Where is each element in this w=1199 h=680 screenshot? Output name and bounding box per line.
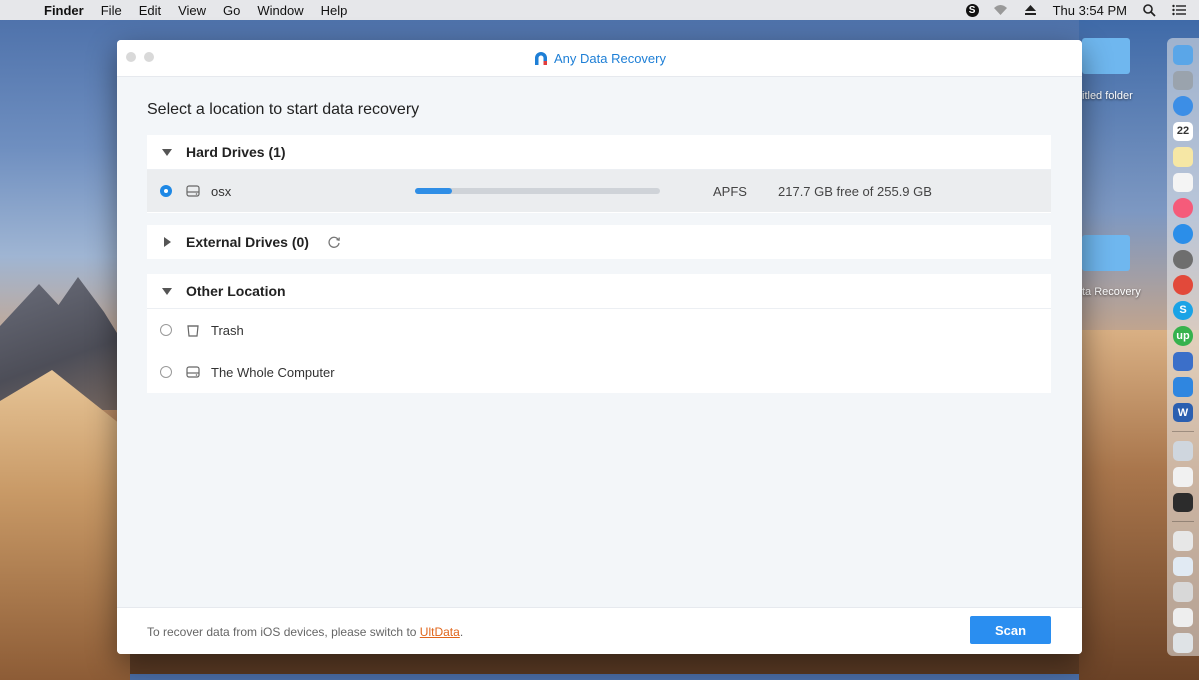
notification-center-icon[interactable] [1171,2,1187,18]
desktop-folder-icon[interactable] [1082,38,1130,74]
drive-icon [185,364,201,380]
footer-hint-suffix: . [459,625,464,639]
dock-separator [1172,521,1194,523]
word-dock-icon[interactable]: W [1173,402,1193,423]
external-drives-label: External Drives (0) [186,234,309,250]
hard-drives-label: Hard Drives (1) [186,144,286,160]
menu-go[interactable]: Go [223,3,240,18]
mail-stack-dock-icon[interactable] [1173,556,1193,577]
notes-dock-icon[interactable] [1173,147,1193,167]
desktop-folder-label[interactable]: ta Recovery [1082,286,1141,298]
menu-clock[interactable]: Thu 3:54 PM [1053,3,1127,18]
dock-separator [1172,431,1194,433]
drive-free-space: 217.7 GB free of 255.9 GB [778,183,932,199]
document-stack-dock-icon[interactable] [1173,466,1193,487]
xcode-dock-icon[interactable] [1173,351,1193,372]
menu-window[interactable]: Window [257,3,303,18]
apple-icon[interactable] [16,3,30,17]
scan-button[interactable]: Scan [970,616,1051,644]
window-title-text: Any Data Recovery [554,50,666,66]
skype-status-icon[interactable]: S [965,3,979,17]
desktop-folder-label[interactable]: itled folder [1082,90,1133,102]
title-bar: Any Data Recovery [117,40,1082,77]
eject-icon[interactable] [1023,2,1039,18]
menu-finder[interactable]: Finder [44,3,84,18]
location-name: Trash [211,322,244,338]
footer-hint-text: To recover data from iOS devices, please… [147,625,420,639]
expand-caret-icon[interactable] [164,237,171,247]
menu-file[interactable]: File [101,3,122,18]
app-store-dock-icon[interactable] [1173,223,1193,244]
itunes-dock-icon[interactable] [1173,198,1193,218]
drive-row-osx[interactable]: osx APFS 217.7 GB free of 255.9 GB [147,170,1051,212]
other-location-section: Other Location Trash The Whole Computer [147,274,1051,393]
collapse-caret-icon[interactable] [162,148,172,156]
menu-help[interactable]: Help [321,3,348,18]
menu-view[interactable]: View [178,3,206,18]
download-folder-dock-icon[interactable] [1173,492,1193,513]
upwork-dock-icon[interactable]: up [1173,326,1193,346]
app-window: Any Data Recovery Select a location to s… [117,40,1082,654]
desktop-wallpaper-dune-left [0,370,130,680]
chrome-dock-icon[interactable] [1173,275,1193,295]
printer-dock-icon[interactable] [1173,607,1193,628]
hard-drive-icon [185,183,201,199]
menu-bar: Finder File Edit View Go Window Help S T… [0,0,1199,20]
page-heading: Select a location to start data recovery [147,101,420,118]
menu-edit[interactable]: Edit [139,3,161,18]
wifi-icon[interactable] [993,2,1009,18]
refresh-icon[interactable] [327,235,341,249]
external-drives-header[interactable]: External Drives (0) [147,225,1051,259]
external-drives-section: External Drives (0) [147,225,1051,259]
launchpad-dock-icon[interactable] [1173,70,1193,91]
trash-icon [185,322,201,338]
folder-stack-dock-icon[interactable] [1173,582,1193,602]
location-row-whole-computer[interactable]: The Whole Computer [147,351,1051,393]
drive-radio-selected[interactable] [160,185,172,197]
other-location-label: Other Location [186,283,286,299]
spotlight-search-icon[interactable] [1141,2,1157,18]
location-radio[interactable] [160,366,172,378]
window-title: Any Data Recovery [117,50,1082,66]
calendar-dock-icon[interactable]: 22 [1173,121,1193,142]
hard-drives-header[interactable]: Hard Drives (1) [147,135,1051,169]
trash-dock-icon[interactable] [1173,633,1193,653]
system-preferences-dock-icon[interactable] [1173,249,1193,270]
location-name: The Whole Computer [211,364,335,380]
location-row-trash[interactable]: Trash [147,309,1051,351]
skype-dock-icon[interactable]: S [1173,300,1193,321]
drive-usage-fill [415,188,452,194]
reminders-dock-icon[interactable] [1173,172,1193,193]
any-data-recovery-dock-icon[interactable] [1173,377,1193,397]
location-radio[interactable] [160,324,172,336]
drive-name: osx [211,183,232,199]
safari-dock-icon[interactable] [1173,96,1193,116]
screenshot-stack-dock-icon[interactable] [1173,531,1193,551]
finder-dock-icon[interactable] [1173,45,1193,65]
app-logo-icon [535,52,547,65]
desktop-folder-icon[interactable] [1082,235,1130,271]
footer-bar: To recover data from iOS devices, please… [117,607,1082,654]
downloads-stack-dock-icon[interactable] [1173,441,1193,461]
hard-drives-section: Hard Drives (1) osx APFS 217.7 GB free o… [147,135,1051,213]
drive-filesystem: APFS [713,183,747,199]
menu-bar-status-area: S Thu 3:54 PM [965,2,1187,18]
other-location-header[interactable]: Other Location [147,274,1051,308]
ultdata-link[interactable]: UltData [420,625,460,639]
drive-usage-bar [415,188,660,194]
dock: 22 S up W [1167,38,1199,656]
footer-hint: To recover data from iOS devices, please… [147,625,463,639]
collapse-caret-icon[interactable] [162,287,172,295]
